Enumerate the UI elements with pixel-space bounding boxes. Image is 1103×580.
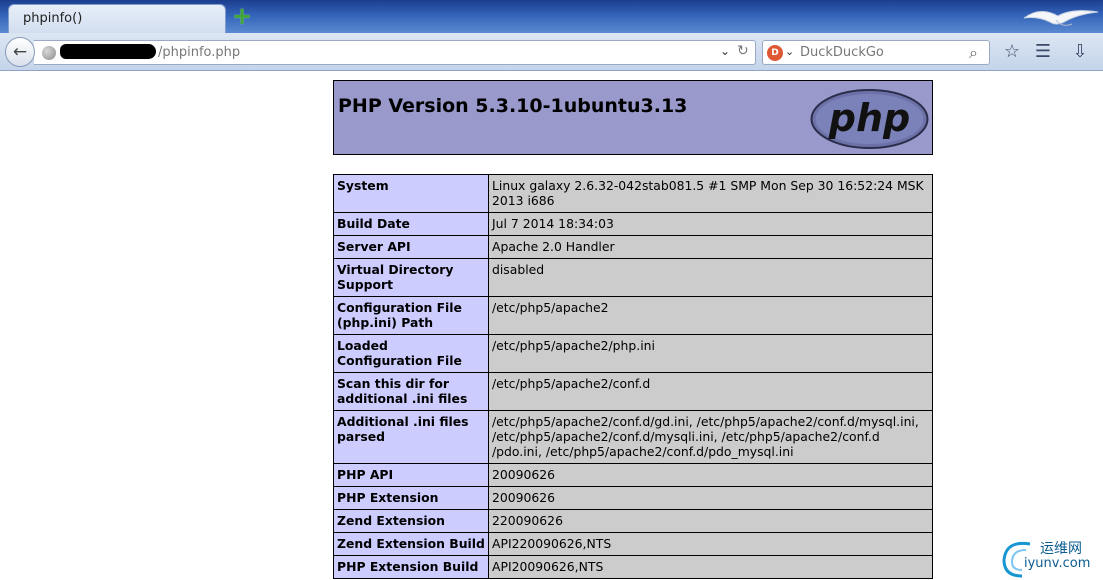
table-row: Loaded Configuration File/etc/php5/apach… — [333, 334, 933, 373]
search-magnifier-icon[interactable]: ⌕ — [969, 43, 978, 63]
row-label: Loaded Configuration File — [333, 334, 489, 373]
row-label: Scan this dir for additional .ini files — [333, 372, 489, 411]
table-row: Build Date Jul 7 2014 18:34:03 — [333, 212, 933, 236]
search-bar[interactable]: D ⌄ DuckDuckGo ⌕ — [762, 40, 990, 65]
row-label: Configuration File (php.ini) Path — [333, 296, 489, 335]
row-value: 20090626 — [488, 486, 933, 510]
tab-title: phpinfo() — [23, 11, 83, 26]
address-bar[interactable]: /phpinfo.php ⌄ ↻ — [34, 40, 756, 65]
downloads-arrow-icon[interactable]: ⇩ — [1068, 41, 1092, 65]
row-value: API220090626,NTS — [488, 532, 933, 556]
url-path[interactable]: /phpinfo.php — [158, 45, 240, 60]
row-value: /etc/php5/apache2/conf.d — [488, 372, 933, 411]
table-row: Virtual Directory Support disabled — [333, 258, 933, 297]
watermark-chinese-text: 运维网 — [1040, 541, 1082, 557]
row-value: 220090626 — [488, 509, 933, 533]
tab-phpinfo[interactable]: phpinfo() — [8, 4, 226, 33]
php-logo-text: php — [828, 96, 910, 140]
engine-dropdown-chevron-icon[interactable]: ⌄ — [785, 45, 794, 58]
php-logo: php — [810, 89, 929, 149]
row-label: Additional .ini files parsed — [333, 410, 489, 464]
row-value: disabled — [488, 258, 933, 297]
php-version-header: PHP Version 5.3.10-1ubuntu3.13 php — [333, 80, 933, 155]
row-value: Linux galaxy 2.6.32-042stab081.5 #1 SMP … — [488, 174, 933, 213]
history-dropdown-chevron-icon[interactable]: ⌄ — [720, 44, 730, 58]
row-label: PHP Extension Build — [333, 555, 489, 579]
row-label: PHP Extension — [333, 486, 489, 510]
row-value: Apache 2.0 Handler — [488, 235, 933, 259]
reload-icon[interactable]: ↻ — [737, 43, 749, 59]
table-row: Additional .ini files parsed/etc/php5/ap… — [333, 410, 933, 464]
row-value: /etc/php5/apache2/php.ini — [488, 334, 933, 373]
navigation-toolbar: /phpinfo.php ⌄ ↻ ← D ⌄ DuckDuckGo ⌕ ☆ ☰ … — [0, 33, 1103, 71]
bookmarks-list-icon[interactable]: ☰ — [1031, 41, 1055, 65]
table-row: Zend Extension Build API220090626,NTS — [333, 532, 933, 556]
back-arrow-icon: ← — [12, 42, 28, 62]
table-row: PHP Extension 20090626 — [333, 486, 933, 510]
table-row: PHP Extension Build API20090626,NTS — [333, 555, 933, 579]
row-label: Build Date — [333, 212, 489, 236]
row-label: PHP API — [333, 463, 489, 487]
table-row: Scan this dir for additional .ini files /… — [333, 372, 933, 411]
table-row: System Linux galaxy 2.6.32-042stab081.5 #… — [333, 174, 933, 213]
row-value: API20090626,NTS — [488, 555, 933, 579]
table-row: Configuration File (php.ini) Path/etc/ph… — [333, 296, 933, 335]
phpinfo-page: PHP Version 5.3.10-1ubuntu3.13 php Syste… — [333, 80, 933, 579]
row-label: Virtual Directory Support — [333, 258, 489, 297]
site-identity-globe-icon[interactable] — [42, 46, 56, 60]
redacted-hostname — [60, 44, 156, 59]
row-label: Zend Extension — [333, 509, 489, 533]
row-value: /etc/php5/apache2 — [488, 296, 933, 335]
table-row: Zend Extension 220090626 — [333, 509, 933, 533]
duckduckgo-engine-icon[interactable]: D — [767, 45, 783, 61]
search-input[interactable]: DuckDuckGo — [800, 45, 884, 60]
phpinfo-table: System Linux galaxy 2.6.32-042stab081.5 #… — [333, 174, 933, 579]
row-label: Server API — [333, 235, 489, 259]
php-version-title: PHP Version 5.3.10-1ubuntu3.13 — [338, 95, 688, 117]
row-value: Jul 7 2014 18:34:03 — [488, 212, 933, 236]
seagull-theme-icon — [1023, 10, 1099, 26]
row-value: 20090626 — [488, 463, 933, 487]
iyunv-watermark: 运维网 iyunv.com — [996, 534, 1100, 580]
table-row: Server API Apache 2.0 Handler — [333, 235, 933, 259]
tab-strip: phpinfo() + — [0, 0, 1103, 33]
row-value: /etc/php5/apache2/conf.d/gd.ini, /etc/ph… — [488, 410, 933, 464]
bookmark-star-icon[interactable]: ☆ — [1000, 41, 1024, 65]
watermark-site-text: iyunv.com — [1024, 556, 1091, 571]
new-tab-plus-icon[interactable]: + — [232, 4, 252, 28]
back-button[interactable]: ← — [5, 37, 35, 67]
table-row: PHP API 20090626 — [333, 463, 933, 487]
row-label: Zend Extension Build — [333, 532, 489, 556]
row-label: System — [333, 174, 489, 213]
